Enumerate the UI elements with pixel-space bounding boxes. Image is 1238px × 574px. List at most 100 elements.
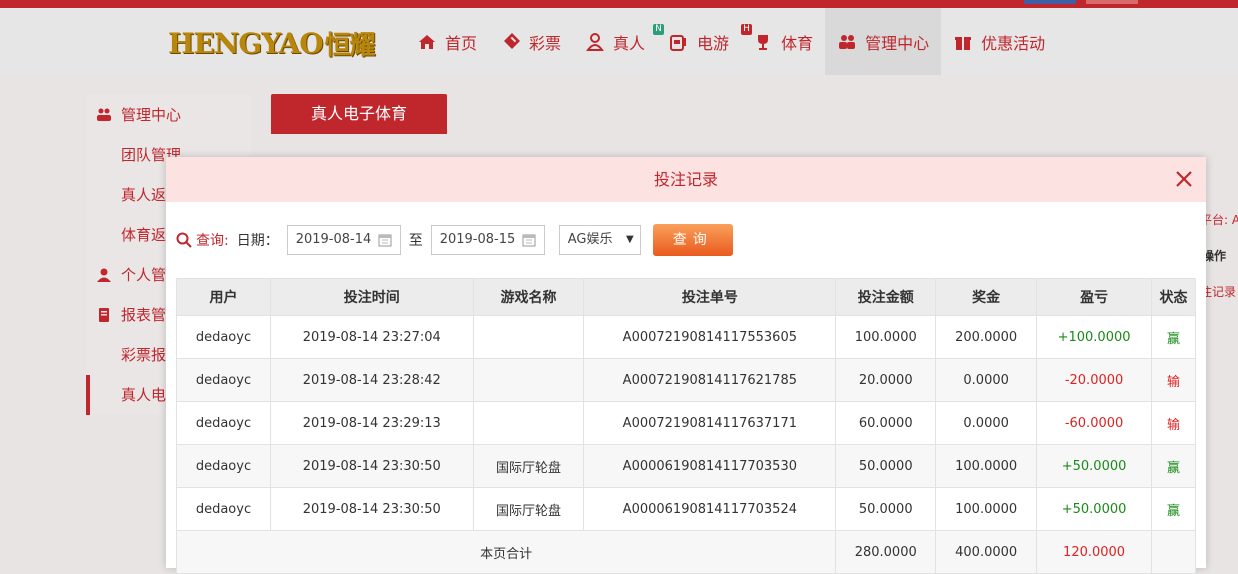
- nav-item-management[interactable]: 管理中心: [825, 8, 942, 75]
- logo-text-cn: 恒耀: [324, 30, 376, 61]
- nav-label: 首页: [445, 33, 478, 53]
- nav-label: 真人: [613, 33, 646, 53]
- sidebar-label: 彩票报: [121, 346, 167, 364]
- cell-bonus: 200.0000: [935, 315, 1038, 359]
- sidebar-label: 真人电: [121, 386, 167, 404]
- table-row: dedaoyc 2019-08-14 23:30:50 国际厅轮盘 A00006…: [176, 444, 1196, 488]
- nav-item-home[interactable]: 首页: [405, 8, 489, 75]
- cell-amount: 60.0000: [835, 401, 937, 445]
- col-header-profit: 盈亏: [1036, 278, 1153, 316]
- users-icon: [839, 34, 856, 49]
- cell-game: [472, 401, 585, 445]
- calendar-icon[interactable]: [522, 233, 536, 247]
- cell-profit: +100.0000: [1036, 315, 1153, 359]
- query-label: 查询:: [196, 233, 229, 249]
- table-row: dedaoyc 2019-08-14 23:27:04 A00072190814…: [176, 315, 1196, 359]
- nav-item-lottery[interactable]: 彩票: [489, 8, 573, 75]
- summary-label: 本页合计: [175, 530, 837, 574]
- logo[interactable]: HENGYAO 恒耀: [168, 25, 376, 61]
- cell-user: dedaoyc: [176, 358, 271, 402]
- cell-user: dedaoyc: [176, 401, 271, 445]
- date-from-input[interactable]: 2019-08-14: [286, 225, 401, 255]
- cell-user: dedaoyc: [176, 487, 271, 531]
- col-header-time: 投注时间: [269, 278, 474, 316]
- cell-amount: 50.0000: [835, 487, 937, 531]
- cell-status: 输: [1151, 401, 1196, 445]
- right-peek-operation: 操作: [1202, 249, 1227, 263]
- cell-order: A00006190814117703530: [583, 444, 837, 488]
- cell-bonus: 100.0000: [935, 487, 1038, 531]
- nav-item-promotions[interactable]: 优惠活动: [941, 8, 1057, 75]
- sidebar-label: 体育返: [121, 226, 167, 244]
- date-to-value: 2019-08-15: [439, 232, 516, 247]
- to-label: 至: [408, 233, 423, 249]
- summary-bonus: 400.0000: [935, 530, 1038, 574]
- cell-time: 2019-08-14 23:28:42: [269, 358, 474, 402]
- query-button[interactable]: 查询: [652, 224, 733, 256]
- platform-value: AG娱乐: [567, 232, 613, 247]
- cell-game: 国际厅轮盘: [472, 487, 585, 531]
- sidebar-label: 管理中心: [121, 106, 182, 124]
- cell-order: A0007219081411755360​5: [583, 315, 837, 359]
- col-header-user: 用户: [176, 278, 271, 316]
- cell-time: 2019-08-14 23:30:50: [269, 444, 474, 488]
- sidebar-item-management[interactable]: 管理中心: [86, 95, 251, 135]
- ticket-icon: [504, 32, 521, 49]
- cell-order: A00072190814117621785: [583, 358, 837, 402]
- cell-time: 2019-08-14 23:30:50: [269, 487, 474, 531]
- nav-label: 优惠活动: [981, 33, 1046, 53]
- cell-bonus: 100.0000: [935, 444, 1038, 488]
- cell-game: [472, 358, 585, 402]
- search-icon: [176, 232, 192, 248]
- header: HENGYAO 恒耀 首页 彩票 真人 N 电游 H 体育 N 管理中心: [0, 8, 1238, 75]
- cell-status: 赢: [1151, 444, 1196, 488]
- calendar-icon[interactable]: [378, 233, 392, 247]
- modal-header: 投注记录: [166, 157, 1206, 202]
- summary-row: 本页合计 280.0000 400.0000 120.0000: [175, 530, 1196, 574]
- nav-item-slots[interactable]: 电游 H: [657, 8, 753, 75]
- summary-status: [1151, 530, 1196, 574]
- cell-amount: 50.0000: [835, 444, 937, 488]
- col-header-game: 游戏名称: [472, 278, 585, 316]
- cell-profit: -20.0000: [1036, 358, 1153, 402]
- home-icon: [419, 34, 435, 49]
- top-button-1[interactable]: [1024, 0, 1076, 4]
- nav-label: 彩票: [529, 33, 562, 53]
- summary-profit: 120.0000: [1036, 530, 1153, 574]
- summary-amount: 280.0000: [835, 530, 937, 574]
- table-row: dedaoyc 2019-08-14 23:28:42 A00072190814…: [176, 358, 1196, 402]
- slot-machine-icon: [670, 34, 687, 51]
- trophy-icon: [758, 34, 769, 50]
- cell-amount: 20.0000: [835, 358, 937, 402]
- report-icon: [99, 308, 109, 322]
- logo-text-en: HENGYAO: [168, 26, 324, 60]
- cell-status: 输: [1151, 358, 1196, 402]
- chevron-down-icon: ▼: [626, 234, 634, 245]
- cell-status: 赢: [1151, 315, 1196, 359]
- main-nav: 首页 彩票 真人 N 电游 H 体育 N 管理中心 优惠活动: [405, 8, 1057, 75]
- sidebar-label: 真人返: [121, 186, 167, 204]
- nav-item-live[interactable]: 真人 N: [573, 8, 665, 75]
- top-button-2[interactable]: [1086, 0, 1138, 4]
- gift-icon: [955, 36, 972, 50]
- date-to-input[interactable]: 2019-08-15: [430, 225, 545, 255]
- nav-label: 管理中心: [865, 33, 930, 53]
- table-header-row: 用户 投注时间 游戏名称 投注单号 投注金额 奖金 盈亏 状态: [176, 278, 1196, 316]
- nav-label: 体育: [781, 33, 814, 53]
- cell-order: A00072190814117637171: [583, 401, 837, 445]
- close-icon[interactable]: [1174, 169, 1194, 189]
- table-row: dedaoyc 2019-08-14 23:29:13 A00072190814…: [176, 401, 1196, 445]
- date-from-value: 2019-08-14: [295, 232, 372, 247]
- nav-label: 电游: [697, 33, 730, 53]
- filter-bar: 查询: 日期： 2019-08-14 至 2019-08-15 AG娱乐 ▼ 查…: [176, 224, 733, 256]
- col-header-amount: 投注金额: [835, 278, 937, 316]
- tab-live-electronic-sports[interactable]: 真人电子体育: [271, 94, 447, 134]
- modal-title: 投注记录: [653, 170, 718, 189]
- cell-game: [472, 315, 585, 359]
- platform-select[interactable]: AG娱乐 ▼: [558, 225, 641, 255]
- sidebar-label: 个人管: [121, 266, 167, 284]
- nav-item-sports[interactable]: 体育 N: [741, 8, 839, 75]
- col-header-bonus: 奖金: [935, 278, 1038, 316]
- cell-bonus: 0.0000: [935, 358, 1038, 402]
- cell-game: 国际厅轮盘: [472, 444, 585, 488]
